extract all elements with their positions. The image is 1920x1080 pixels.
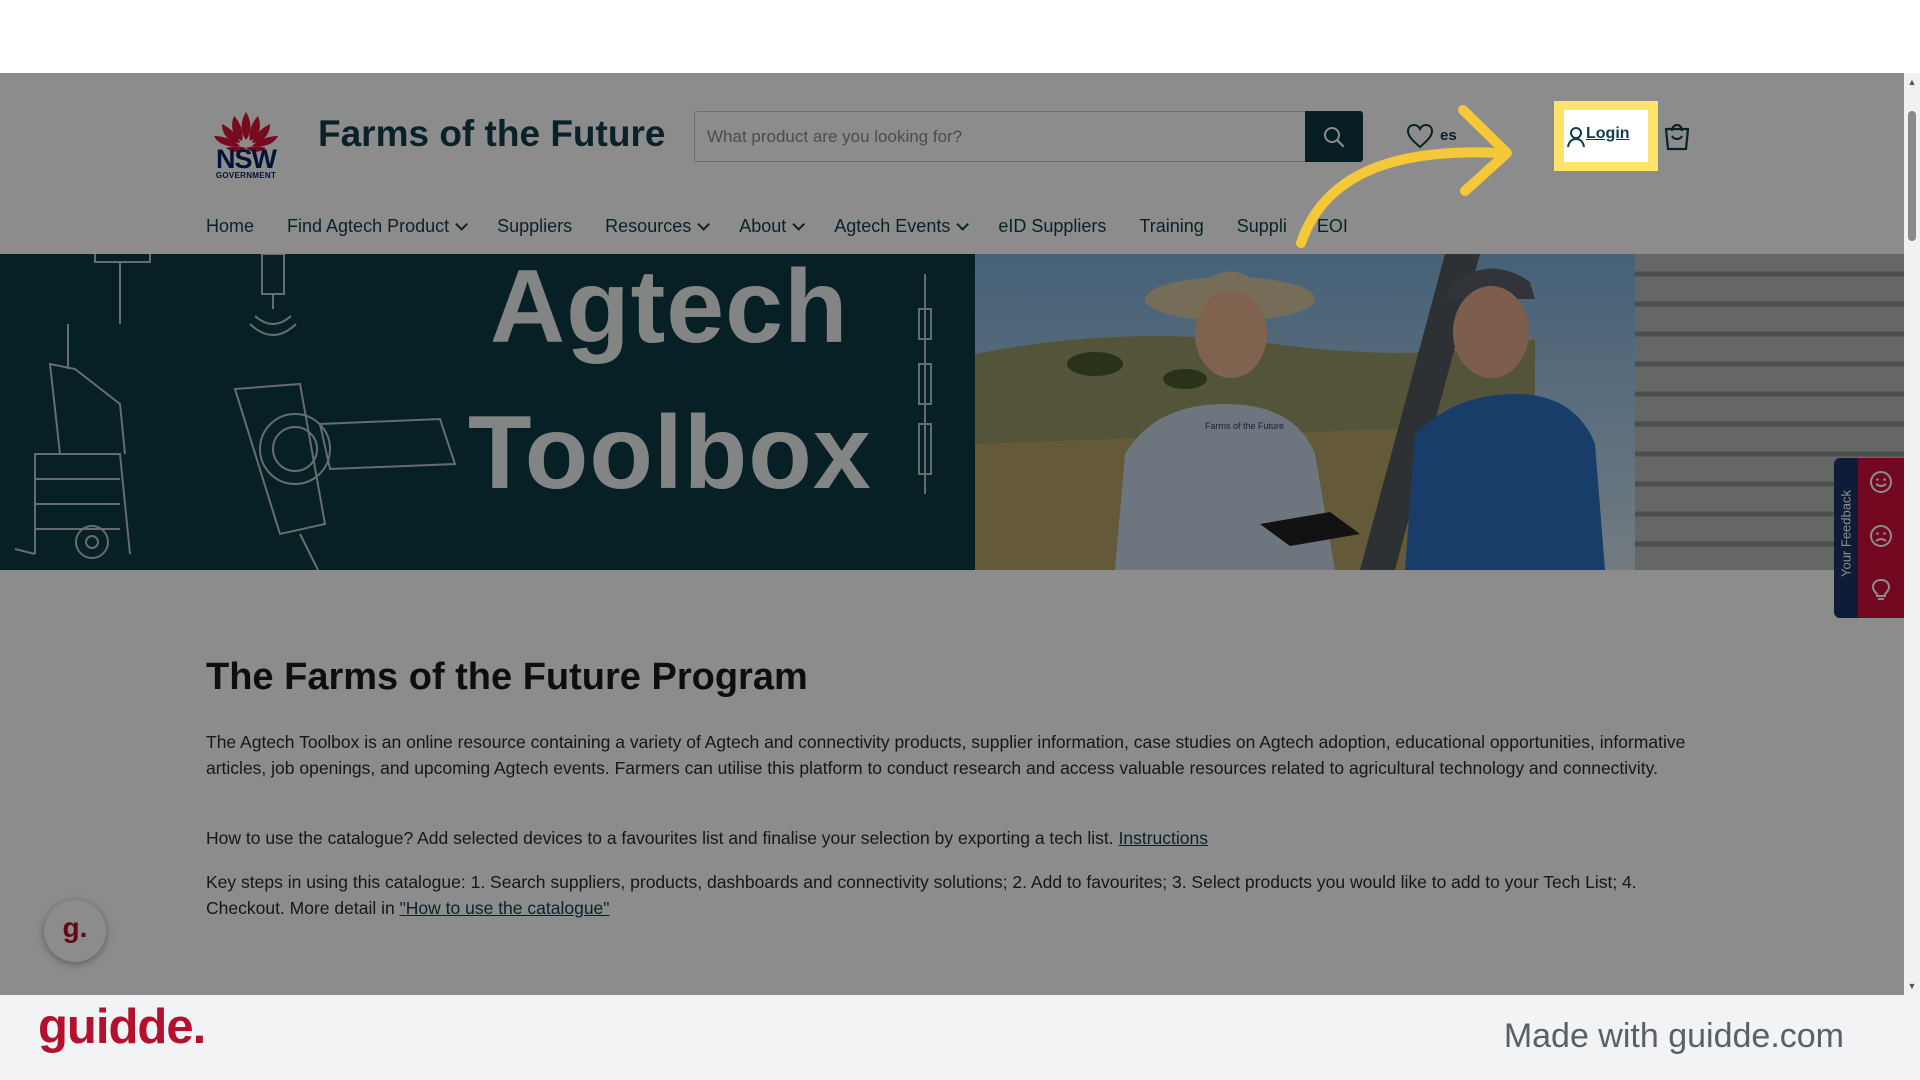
nav-about[interactable]: About <box>739 211 806 241</box>
made-with-text: Made with guidde.com <box>1503 1017 1844 1055</box>
hero-title-line1: Agtech <box>490 254 849 365</box>
nav-agtech-events[interactable]: Agtech Events <box>834 211 970 241</box>
intro-paragraph: The Agtech Toolbox is an online resource… <box>206 732 1686 778</box>
nav-suppliers[interactable]: Suppliers <box>497 211 572 241</box>
nav-resources[interactable]: Resources <box>605 211 711 241</box>
login-label-spotlight[interactable]: Login <box>1586 125 1630 143</box>
feedback-label: Your Feedback <box>1838 490 1854 577</box>
shirt-logo-text: Farms of the Future <box>1205 421 1284 431</box>
scrollbar-thumb[interactable] <box>1908 111 1916 241</box>
feedback-icons <box>1858 458 1904 618</box>
nav-training[interactable]: Training <box>1139 211 1203 241</box>
hero-banner-graphic: Agtech Toolbox <box>0 254 975 570</box>
nav-home[interactable]: Home <box>206 211 254 241</box>
hero-title-line2: Toolbox <box>468 395 872 511</box>
scroll-up-arrow-icon[interactable]: ▲ <box>1907 77 1917 87</box>
guide-arrow-icon <box>1296 105 1512 248</box>
search-input[interactable] <box>695 112 1305 161</box>
lightbulb-icon[interactable] <box>1871 578 1891 602</box>
smile-icon[interactable] <box>1869 470 1893 494</box>
shopping-bag-icon[interactable] <box>1662 119 1692 151</box>
login-highlight-spotlight: Login <box>1554 101 1658 171</box>
nav-find-agtech-product[interactable]: Find Agtech Product <box>287 211 469 241</box>
instructions-link[interactable]: Instructions <box>1118 828 1207 848</box>
chevron-down-icon <box>792 217 806 231</box>
logo-government-text: GOVERNMENT <box>215 171 277 180</box>
feedback-tab[interactable]: Your Feedback <box>1834 458 1858 618</box>
chevron-down-icon <box>697 217 711 231</box>
guidde-logo: guidde. <box>38 1000 206 1054</box>
how-to-use-catalogue-link[interactable]: "How to use the catalogue" <box>400 898 610 918</box>
login-button-spotlight[interactable]: Login <box>1564 110 1648 162</box>
program-title: The Farms of the Future Program <box>206 656 808 698</box>
farmers-photo: Farms of the Future <box>975 254 1904 570</box>
search-box <box>694 111 1306 162</box>
nav-eid-suppliers[interactable]: eID Suppliers <box>998 211 1106 241</box>
guidde-footer: guidde. Made with guidde.com <box>0 995 1920 1080</box>
guidde-chat-bubble[interactable]: g. <box>44 900 106 962</box>
top-margin <box>0 0 1920 73</box>
chevron-down-icon <box>455 217 469 231</box>
frown-icon[interactable] <box>1869 524 1893 548</box>
catalogue-usage-paragraph: How to use the catalogue? Add selected d… <box>206 828 1208 848</box>
browser-viewport: NSW GOVERNMENT Farms of the Future es L <box>0 73 1920 995</box>
site-title[interactable]: Farms of the Future <box>318 113 665 155</box>
scroll-down-arrow-icon[interactable]: ▼ <box>1907 981 1917 991</box>
chevron-down-icon <box>956 217 970 231</box>
web-page: NSW GOVERNMENT Farms of the Future es L <box>0 73 1904 995</box>
feedback-widget[interactable]: Your Feedback <box>1834 458 1904 618</box>
user-icon <box>1567 127 1585 148</box>
logo-nsw-text: NSW <box>216 144 277 174</box>
main-nav: Home Find Agtech Product Suppliers Resou… <box>206 211 1381 241</box>
hero-photo: Farms of the Future <box>975 254 1904 570</box>
key-steps-paragraph: Key steps in using this catalogue: 1. Se… <box>206 872 1637 918</box>
